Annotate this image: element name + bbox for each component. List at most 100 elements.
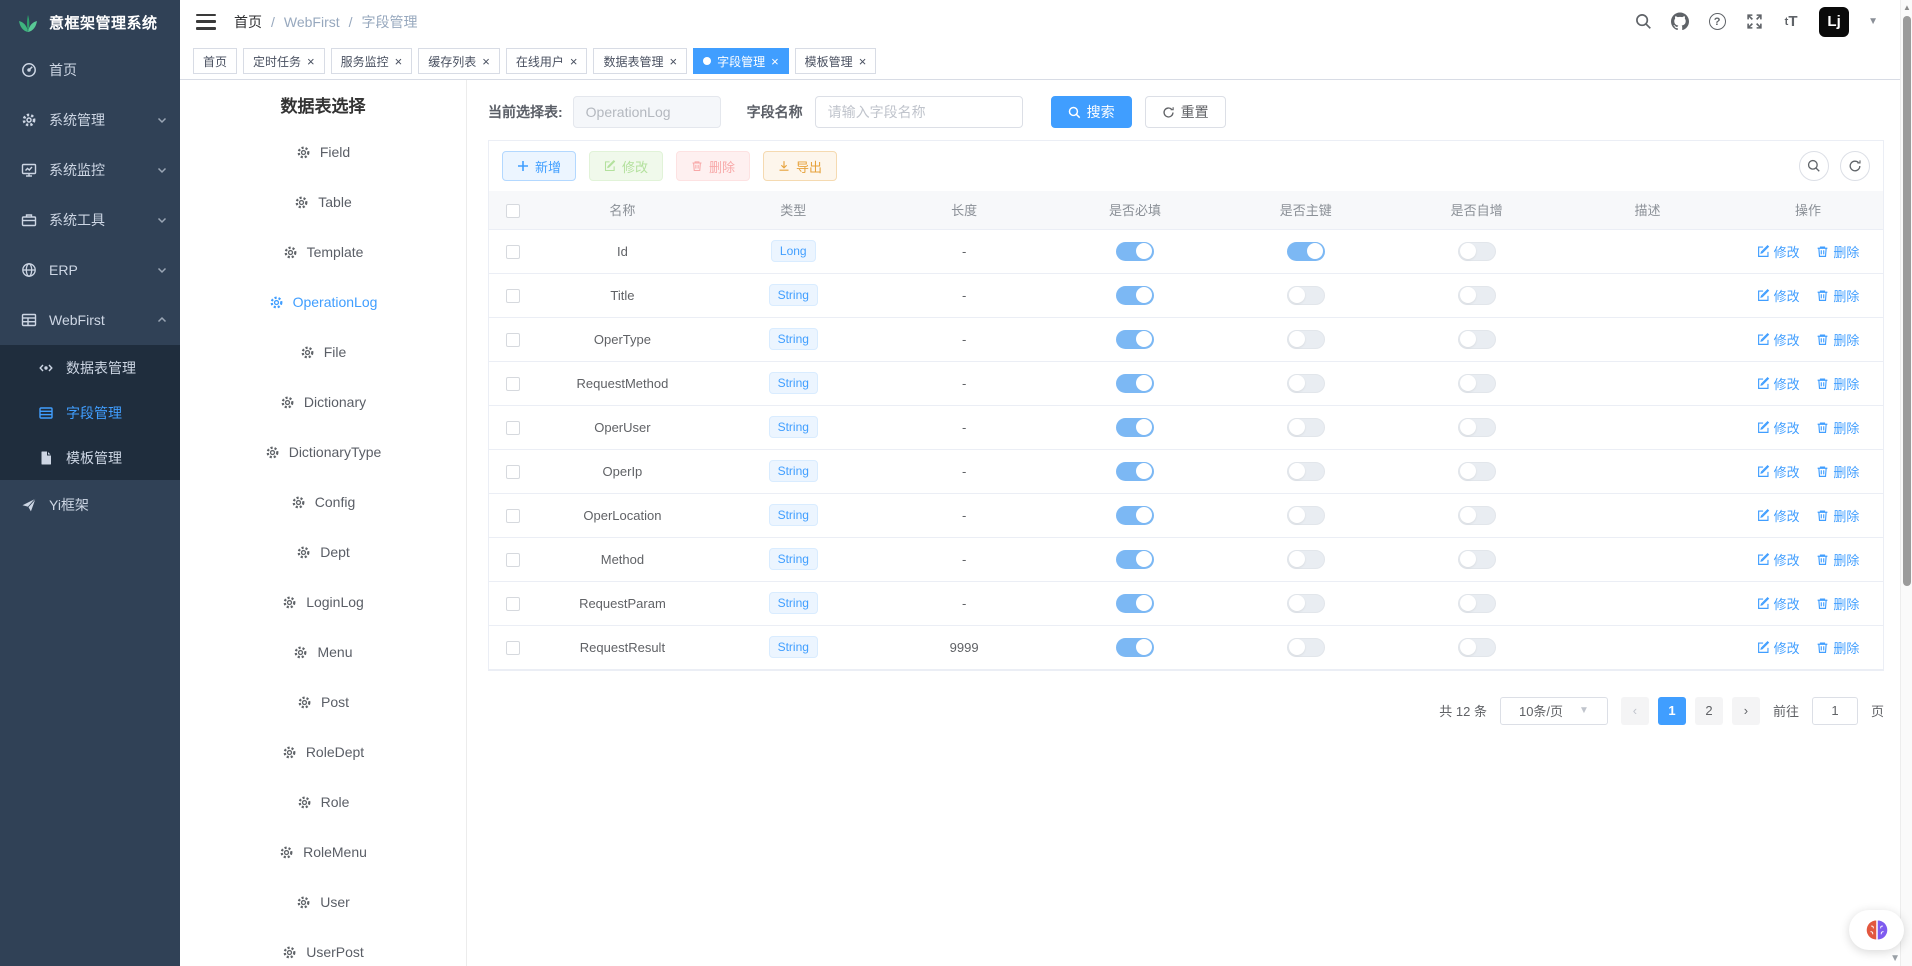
auto-increment-toggle[interactable] [1458,594,1496,613]
row-checkbox[interactable] [506,245,520,259]
export-button[interactable]: 导出 [763,151,837,181]
primary-key-toggle[interactable] [1287,550,1325,569]
sidebar-collapse-icon[interactable] [196,14,216,30]
reset-button[interactable]: 重置 [1145,96,1226,128]
sidebar-item-field-management[interactable]: 字段管理 [0,390,180,435]
required-toggle[interactable] [1116,418,1154,437]
edit-row-button[interactable]: 修改 [1757,242,1800,261]
user-menu-caret-icon[interactable]: ▼ [1868,16,1878,27]
tab-close-icon[interactable]: × [482,55,490,68]
next-page-button[interactable]: › [1732,697,1760,725]
delete-row-button[interactable]: 删除 [1816,286,1859,305]
edit-row-button[interactable]: 修改 [1757,286,1800,305]
auto-increment-toggle[interactable] [1458,550,1496,569]
assistant-button[interactable] [1849,910,1904,950]
delete-button[interactable]: 删除 [676,151,750,181]
breadcrumb-home[interactable]: 首页 [234,12,262,32]
row-checkbox[interactable] [506,553,520,567]
select-all-checkbox[interactable] [506,204,520,218]
current-table-input[interactable] [573,96,721,128]
sidebar-item-system-management[interactable]: 系统管理 [0,95,180,145]
auto-increment-toggle[interactable] [1458,330,1496,349]
auto-increment-toggle[interactable] [1458,506,1496,525]
tab[interactable]: 模板管理 × [795,48,877,74]
sidebar-item-template-management[interactable]: 模板管理 [0,435,180,480]
required-toggle[interactable] [1116,550,1154,569]
page-button-2[interactable]: 2 [1695,697,1723,725]
edit-row-button[interactable]: 修改 [1757,638,1800,657]
tree-item-roledept[interactable]: RoleDept [180,727,466,777]
row-checkbox[interactable] [506,509,520,523]
tree-item-file[interactable]: File [180,327,466,377]
edit-row-button[interactable]: 修改 [1757,594,1800,613]
app-logo[interactable]: 意框架管理系统 [0,0,180,45]
page-size-select[interactable]: 10条/页 ▼ [1500,697,1608,725]
help-icon[interactable]: ? [1708,13,1726,31]
page-scrollbar[interactable]: ▲ [1900,0,1912,966]
tab-close-icon[interactable]: × [669,55,677,68]
tab[interactable]: 服务监控 × [331,48,413,74]
github-icon[interactable] [1671,13,1689,31]
tree-item-loginlog[interactable]: LoginLog [180,577,466,627]
delete-row-button[interactable]: 删除 [1816,594,1859,613]
row-checkbox[interactable] [506,289,520,303]
tab[interactable]: 字段管理 × [693,48,789,74]
sidebar-item-webfirst[interactable]: WebFirst [0,295,180,345]
tree-item-dept[interactable]: Dept [180,527,466,577]
tab-close-icon[interactable]: × [307,55,315,68]
tab-close-icon[interactable]: × [395,55,403,68]
row-checkbox[interactable] [506,421,520,435]
sidebar-item-system-monitor[interactable]: 系统监控 [0,145,180,195]
tree-item-field[interactable]: Field [180,127,466,177]
tree-item-role[interactable]: Role [180,777,466,827]
fullscreen-icon[interactable] [1745,13,1763,31]
row-checkbox[interactable] [506,641,520,655]
auto-increment-toggle[interactable] [1458,462,1496,481]
primary-key-toggle[interactable] [1287,638,1325,657]
primary-key-toggle[interactable] [1287,506,1325,525]
row-checkbox[interactable] [506,333,520,347]
primary-key-toggle[interactable] [1287,374,1325,393]
edit-row-button[interactable]: 修改 [1757,462,1800,481]
toggle-search-icon[interactable] [1799,151,1829,181]
delete-row-button[interactable]: 删除 [1816,638,1859,657]
scrollbar-up-icon[interactable]: ▲ [1901,3,1912,12]
primary-key-toggle[interactable] [1287,330,1325,349]
primary-key-toggle[interactable] [1287,286,1325,305]
auto-increment-toggle[interactable] [1458,374,1496,393]
row-checkbox[interactable] [506,465,520,479]
edit-row-button[interactable]: 修改 [1757,374,1800,393]
delete-row-button[interactable]: 删除 [1816,462,1859,481]
tab-close-icon[interactable]: × [771,55,779,68]
primary-key-toggle[interactable] [1287,242,1325,261]
tab-close-icon[interactable]: × [859,55,867,68]
tab[interactable]: 定时任务 × [243,48,325,74]
tree-item-config[interactable]: Config [180,477,466,527]
required-toggle[interactable] [1116,330,1154,349]
refresh-icon[interactable] [1840,151,1870,181]
edit-row-button[interactable]: 修改 [1757,506,1800,525]
assistant-collapse-icon[interactable]: ▼ [1890,953,1900,964]
search-button[interactable]: 搜索 [1051,96,1132,128]
edit-row-button[interactable]: 修改 [1757,550,1800,569]
tab[interactable]: 首页 [193,48,237,74]
tab[interactable]: 数据表管理 × [593,48,687,74]
delete-row-button[interactable]: 删除 [1816,506,1859,525]
tree-item-template[interactable]: Template [180,227,466,277]
primary-key-toggle[interactable] [1287,462,1325,481]
font-size-icon[interactable]: tT [1782,13,1800,31]
field-name-input[interactable] [815,96,1023,128]
tree-item-rolemenu[interactable]: RoleMenu [180,827,466,877]
row-checkbox[interactable] [506,377,520,391]
tree-item-table[interactable]: Table [180,177,466,227]
tree-item-user[interactable]: User [180,877,466,927]
tab[interactable]: 在线用户 × [506,48,588,74]
required-toggle[interactable] [1116,374,1154,393]
add-button[interactable]: 新增 [502,151,576,181]
sidebar-item-home[interactable]: 首页 [0,45,180,95]
scrollbar-thumb[interactable] [1903,16,1911,586]
auto-increment-toggle[interactable] [1458,638,1496,657]
auto-increment-toggle[interactable] [1458,242,1496,261]
avatar[interactable]: Lj [1819,7,1849,37]
delete-row-button[interactable]: 删除 [1816,374,1859,393]
